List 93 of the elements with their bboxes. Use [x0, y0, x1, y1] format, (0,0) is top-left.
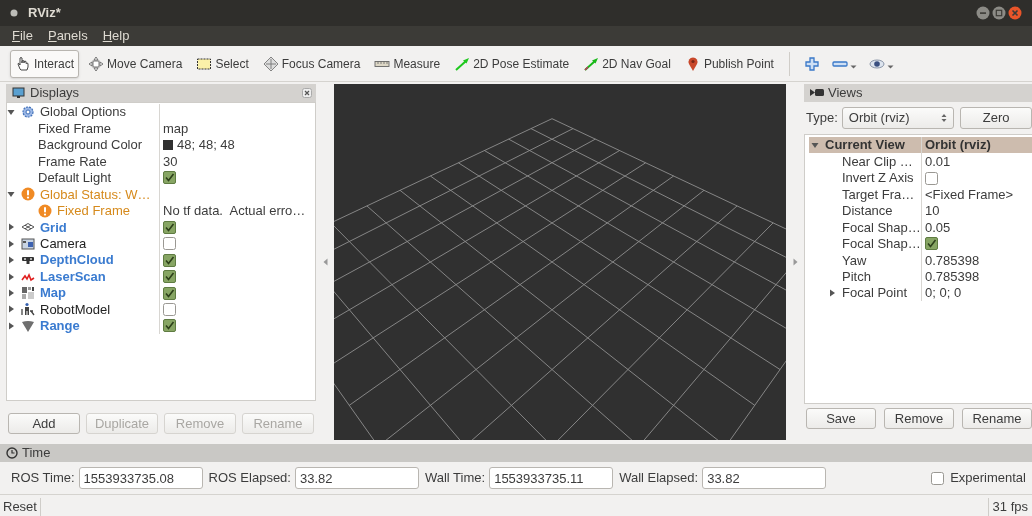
property-value: <Fixed Frame> [925, 185, 1014, 204]
expander-icon[interactable] [7, 223, 15, 232]
field-label: ROS Elapsed: [208, 469, 291, 488]
panel-title: Time [22, 444, 51, 463]
menu-item[interactable]: File [12, 26, 33, 46]
checkbox[interactable] [163, 237, 176, 251]
type-dropdown[interactable]: Orbit (rviz) [841, 107, 955, 129]
checkbox[interactable] [163, 253, 176, 267]
property-value: Orbit (rviz) [925, 136, 991, 155]
checkbox[interactable] [163, 302, 176, 316]
close-icon[interactable] [302, 88, 312, 98]
property-value: 0.785398 [925, 251, 980, 270]
plus-icon [803, 55, 820, 72]
checkbox[interactable] [163, 220, 176, 234]
tool-button[interactable]: Interact [10, 49, 80, 78]
checkbox[interactable] [163, 286, 176, 300]
expander-icon[interactable] [811, 141, 819, 150]
arrow-icon [454, 55, 471, 72]
arrow-icon [583, 55, 600, 72]
tool-button[interactable]: Move Camera [83, 49, 188, 78]
panel-title: Views [828, 84, 863, 103]
checkbox[interactable] [925, 237, 938, 251]
expander-icon[interactable] [7, 190, 15, 199]
crosshair-icon [262, 55, 279, 72]
time-field[interactable]: 1553933735.08 [78, 467, 203, 489]
reset-button[interactable]: Reset [0, 498, 41, 516]
property-value: 0.785398 [925, 267, 980, 286]
menu-item[interactable]: Panels [47, 26, 88, 46]
field-label: ROS Time: [11, 469, 75, 488]
window-dot-icon [10, 9, 18, 17]
expander-icon[interactable] [7, 305, 15, 314]
tool-button[interactable]: 2D Nav Goal [578, 49, 676, 78]
minimize-icon [976, 6, 990, 20]
field-label: Wall Elapsed: [619, 469, 699, 488]
tool-button[interactable]: Select [191, 49, 254, 78]
menu-item[interactable]: Help [102, 26, 130, 46]
button[interactable]: Zero [960, 107, 1032, 129]
property-value: 0; 0; 0 [925, 284, 962, 303]
property-value: 30 [163, 152, 178, 171]
four-arrows-icon [88, 55, 105, 72]
gear-icon [21, 105, 35, 120]
property-value: 48; 48; 48 [177, 136, 235, 155]
camera-icon [21, 236, 35, 251]
expander-icon[interactable] [7, 321, 15, 330]
tool-button[interactable]: Measure [369, 49, 446, 78]
expander-icon[interactable] [7, 272, 15, 281]
property-value: No tf data. Actual erro… [163, 202, 306, 221]
checkbox-label: Experimental [950, 469, 1026, 488]
checkbox[interactable] [163, 171, 176, 185]
button[interactable]: Remove [884, 408, 954, 429]
expander-icon[interactable] [7, 108, 15, 117]
checkbox[interactable] [163, 319, 176, 333]
monitor-icon [12, 87, 26, 99]
time-field[interactable]: 33.82 [294, 467, 419, 489]
checkbox[interactable] [931, 471, 945, 485]
property-value: map [163, 119, 189, 138]
expander-icon[interactable] [828, 289, 836, 298]
property-value: 0.01 [925, 152, 951, 171]
collapse-arrow-icon [792, 258, 798, 266]
time-field[interactable]: 33.82 [702, 467, 827, 489]
field-label: Wall Time: [424, 469, 486, 488]
checkbox[interactable] [925, 171, 938, 185]
tool-button[interactable]: Publish Point [679, 49, 779, 78]
checkbox[interactable] [163, 270, 176, 284]
cone-icon [21, 318, 35, 333]
panel-title: Displays [30, 84, 80, 103]
dashed-rectangle-icon [196, 55, 213, 72]
expander-icon[interactable] [7, 256, 15, 265]
expander-icon[interactable] [7, 239, 15, 248]
fps-counter: 31 fps [987, 498, 1032, 516]
close-icon [1008, 6, 1022, 20]
clock-icon [6, 447, 18, 459]
tool-button[interactable]: Focus Camera [257, 49, 366, 78]
collapse-arrow-icon [322, 258, 328, 266]
robot-figure-icon [21, 302, 35, 317]
button[interactable]: Rename [962, 408, 1032, 429]
caret-icon [849, 64, 857, 69]
button[interactable]: Add [8, 413, 80, 434]
map-icon [21, 286, 35, 301]
maximize-icon [992, 6, 1006, 20]
tool-button[interactable]: 2D Pose Estimate [449, 49, 575, 78]
caret-icon [886, 64, 894, 69]
spinner-arrows-icon [941, 113, 948, 123]
button[interactable]: Save [806, 408, 876, 429]
expander-icon[interactable] [7, 289, 15, 298]
property-value: 10 [925, 202, 940, 221]
time-field[interactable]: 1553933735.11 [489, 467, 614, 489]
hand-icon [15, 55, 31, 72]
dropdown-value: Orbit (rviz) [848, 109, 910, 128]
property-value: 0.05 [925, 218, 951, 237]
type-label: Type: [806, 109, 838, 128]
camera-icon [810, 87, 824, 99]
window-title: RViz* [28, 4, 61, 23]
